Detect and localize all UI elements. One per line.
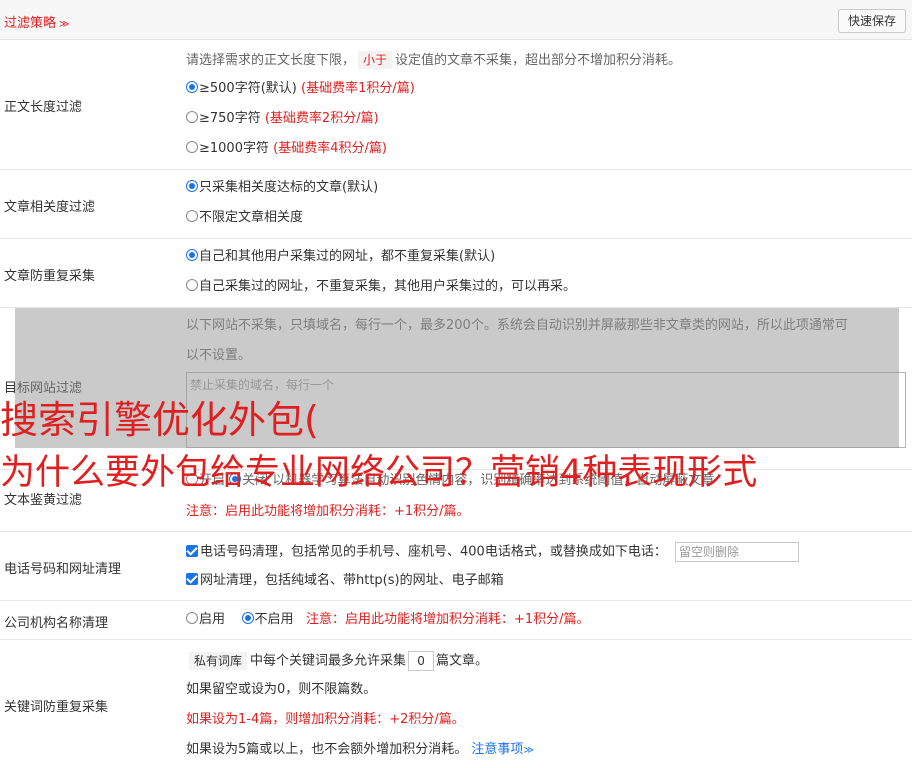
filter-header: 过滤策略 ≫ 快速保存 (0, 0, 912, 40)
intro-prefix: 请选择需求的正文长度下限， (186, 53, 356, 68)
option-note: (基础费率2积分/篇) (264, 111, 379, 126)
keyword-dedupe-label: 关键词防重复采集 (4, 700, 109, 715)
radio-icon[interactable] (186, 249, 198, 261)
option-text: ≥1000字符 (199, 141, 269, 156)
line1-text: 中每个关键词最多允许采集 (250, 653, 407, 669)
option-text: 不启用 (254, 612, 294, 627)
chevron-down-icon: ≫ (523, 745, 534, 756)
radio-icon[interactable] (186, 612, 198, 624)
max-articles-input[interactable]: 0 (408, 651, 435, 671)
checkbox-checked-icon[interactable] (186, 544, 198, 557)
relevance-section (0, 170, 912, 239)
relevance-label: 文章相关度过滤 (4, 200, 96, 215)
line1-suffix: 篇文章。 (436, 653, 489, 669)
length-option-750[interactable]: ≥750字符 (基础费率2积分/篇) (186, 111, 379, 127)
overlay-title-line2: 为什么要外包给专业网络公司？营销4种表现形式 (0, 453, 758, 493)
phone-url-label: 电话号码和网址清理 (4, 562, 122, 577)
option-text: 启用 (199, 612, 226, 627)
porn-filter-note: 注意：启用此功能将增加积分消耗：+1积分/篇。 (186, 504, 470, 519)
radio-icon[interactable] (186, 180, 198, 192)
chevron-down-icon: ≫ (59, 19, 70, 30)
filter-strategy-toggle[interactable]: 过滤策略 ≫ (4, 12, 69, 31)
private-lexicon-tag: 私有词库 (189, 651, 248, 670)
option-note: (基础费率4积分/篇) (273, 141, 387, 156)
length-option-500[interactable]: ≥500字符(默认) (基础费率1积分/篇) (186, 81, 415, 97)
option-text: 自己采集过的网址，不重复采集，其他用户采集过的，可以再采。 (199, 279, 577, 294)
filter-strategy-title: 过滤策略 (4, 16, 57, 31)
checkbox-checked-icon[interactable] (186, 573, 198, 585)
option-text: 只采集相关度达标的文章(默认) (199, 180, 379, 195)
option-text: ≥750字符 (199, 111, 261, 126)
keyword-dedupe-line1: 私有词库 中每个关键词最多允许采集 0 篇文章。 (186, 651, 488, 671)
radio-icon[interactable] (186, 111, 198, 123)
org-name-off[interactable]: 不启用 (241, 612, 294, 627)
option-text: 自己和其他用户采集过的网址，都不重复采集(默认) (199, 249, 496, 264)
radio-icon[interactable] (241, 612, 254, 624)
org-name-note: 注意：启用此功能将增加积分消耗：+1积分/篇。 (305, 612, 590, 627)
keyword-dedupe-line4: 如果设为5篇或以上，也不会额外增加积分消耗。 注意事项≫ (186, 742, 534, 759)
org-name-options: 启用 不启用 注意：启用此功能将增加积分消耗：+1积分/篇。 (186, 612, 590, 628)
org-name-on[interactable]: 启用 (186, 612, 225, 627)
length-filter-intro: 请选择需求的正文长度下限， 小于 设定值的文章不采集，超出部分不增加积分消耗。 (186, 51, 681, 69)
option-text: ≥500字符(默认) (199, 81, 297, 96)
radio-icon[interactable] (186, 81, 198, 93)
radio-icon[interactable] (186, 210, 198, 222)
keyword-dedupe-line2: 如果留空或设为0，则不限篇数。 (186, 682, 377, 697)
dedupe-option-self[interactable]: 自己采集过的网址，不重复采集，其他用户采集过的，可以再采。 (186, 279, 576, 295)
intro-suffix: 设定值的文章不采集，超出部分不增加积分消耗。 (395, 53, 682, 68)
line4-text: 如果设为5篇或以上，也不会额外增加积分消耗。 (186, 742, 468, 757)
org-name-label: 公司机构名称清理 (4, 616, 109, 631)
replacement-phone-input[interactable]: 留空则删除 (674, 542, 799, 562)
relevance-option-qualified[interactable]: 只采集相关度达标的文章(默认) (186, 180, 378, 196)
less-than-tag: 小于 (358, 51, 393, 69)
option-text: 不限定文章相关度 (199, 210, 304, 225)
option-note: (基础费率1积分/篇) (301, 81, 415, 96)
notes-link-text: 注意事项 (471, 742, 524, 757)
quick-save-button[interactable]: 快速保存 (837, 9, 906, 33)
overlay-title-line1: 搜索引擎优化外包( (0, 398, 319, 442)
url-clean-option[interactable]: 网址清理，包括纯域名、带http(s)的网址、电子邮箱 (186, 573, 504, 589)
length-option-1000[interactable]: ≥1000字符 (基础费率4积分/篇) (186, 141, 387, 157)
relevance-option-unlimited[interactable]: 不限定文章相关度 (186, 210, 303, 226)
notes-link[interactable]: 注意事项≫ (471, 742, 533, 757)
dedupe-label: 文章防重复采集 (4, 269, 96, 284)
option-text: 网址清理，包括纯域名、带http(s)的网址、电子邮箱 (200, 573, 504, 588)
keyword-dedupe-line3: 如果设为1-4篇，则增加积分消耗：+2积分/篇。 (186, 712, 465, 727)
radio-icon[interactable] (186, 141, 198, 153)
option-text: 电话号码清理，包括常见的手机号、座机号、400电话格式，或替换成如下电话： (200, 544, 667, 560)
radio-icon[interactable] (186, 279, 198, 291)
length-filter-label: 正文长度过滤 (4, 100, 83, 115)
dedupe-option-all[interactable]: 自己和其他用户采集过的网址，都不重复采集(默认) (186, 249, 495, 265)
phone-clean-option[interactable]: 电话号码清理，包括常见的手机号、座机号、400电话格式，或替换成如下电话： 留空… (186, 542, 799, 562)
